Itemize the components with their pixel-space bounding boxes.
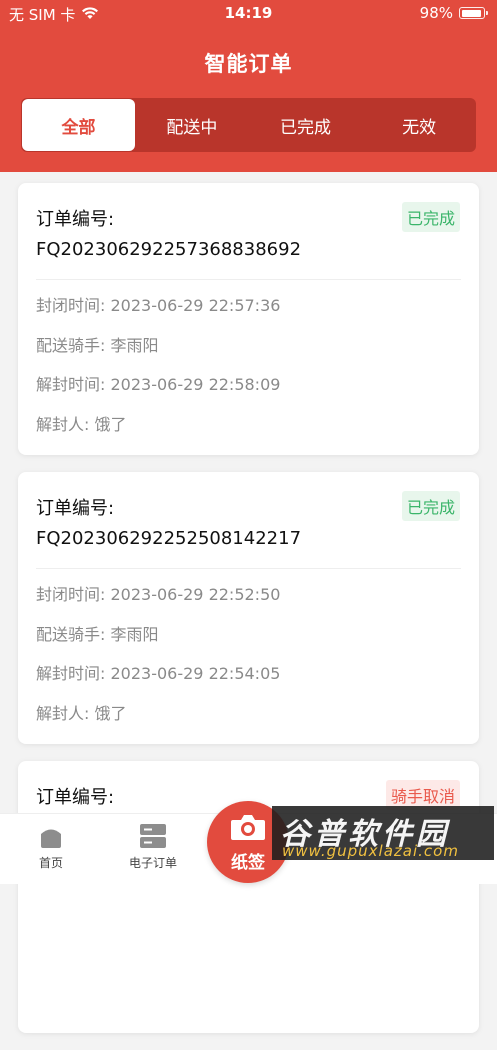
close-time-row: 封闭时间: 2023-06-29 22:52:50: [36, 585, 281, 604]
battery-icon: [459, 7, 488, 19]
tab-home[interactable]: 首页: [28, 822, 74, 871]
order-number: FQ202306292252508142217: [36, 528, 302, 549]
unsealer-row: 解封人: 饿了: [36, 703, 127, 723]
order-number: FQ202306292257368838692: [36, 239, 302, 260]
home-icon: [37, 822, 65, 850]
rider-row: 配送骑手: 李雨阳: [36, 335, 159, 355]
divider: [36, 279, 461, 280]
order-no-label: 订单编号:: [36, 787, 115, 808]
tab-delivering[interactable]: 配送中: [135, 98, 249, 152]
watermark-url: www.gupuxlazai.com: [282, 842, 459, 860]
order-no-label: 订单编号:: [36, 498, 115, 519]
divider: [36, 568, 461, 569]
server-icon: [138, 822, 168, 850]
order-card[interactable]: 订单编号: FQ202306292252508142217 已完成 封闭时间: …: [18, 472, 479, 744]
status-badge: 已完成: [401, 491, 460, 521]
status-badge: 已完成: [401, 202, 460, 232]
order-no-label: 订单编号:: [36, 209, 115, 230]
tab-invalid[interactable]: 无效: [362, 98, 476, 152]
tab-e-order[interactable]: 电子订单: [118, 822, 188, 871]
order-card[interactable]: 订单编号: FQ202306292257368838692 已完成 封闭时间: …: [18, 183, 479, 455]
rider-row: 配送骑手: 李雨阳: [36, 624, 159, 644]
tab-all[interactable]: 全部: [22, 99, 135, 151]
close-time-row: 封闭时间: 2023-06-29 22:57:36: [36, 296, 281, 315]
order-list: 订单编号: FQ202306292257368838692 已完成 封闭时间: …: [18, 183, 479, 1050]
site-watermark: 谷普软件园 www.gupuxlazai.com: [272, 806, 494, 860]
page-title: 智能订单: [204, 52, 293, 76]
unsealer-row: 解封人: 饿了: [36, 414, 127, 434]
order-title: 订单编号: FQ202306292252508142217: [36, 494, 301, 554]
status-bar: 无 SIM 卡 14:19 98%: [0, 0, 497, 28]
camera-icon: [229, 812, 267, 846]
tab-e-order-label: 电子订单: [128, 856, 177, 870]
header: 无 SIM 卡 14:19 98% 智能订单 全部 配送中 已完成 无效: [0, 0, 497, 172]
order-title: 订单编号:: [36, 783, 114, 813]
unseal-time-row: 解封时间: 2023-06-29 22:54:05: [36, 664, 281, 683]
order-tabs: 全部 配送中 已完成 无效: [21, 98, 476, 152]
paper-label-text: 纸签: [231, 852, 265, 873]
tab-home-label: 首页: [38, 856, 63, 870]
tab-completed[interactable]: 已完成: [249, 98, 363, 152]
battery-percent: 98%: [419, 4, 453, 22]
order-title: 订单编号: FQ202306292257368838692: [36, 205, 301, 265]
unseal-time-row: 解封时间: 2023-06-29 22:58:09: [36, 375, 281, 394]
